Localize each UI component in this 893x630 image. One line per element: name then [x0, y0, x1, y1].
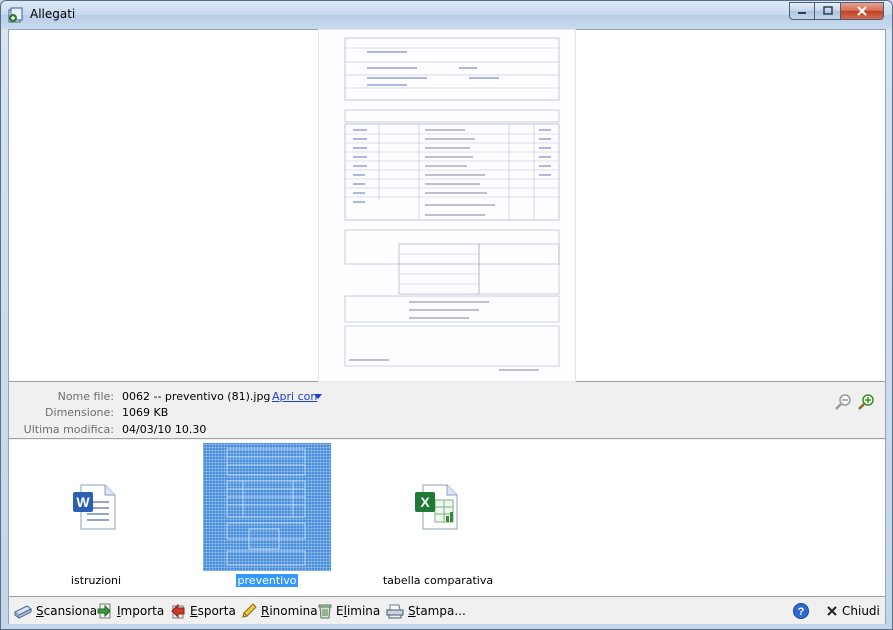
maximize-button[interactable] [815, 2, 841, 20]
title-bar[interactable]: Allegati [1, 1, 892, 29]
minimize-icon [798, 12, 806, 14]
attachment-item-preventivo[interactable]: preventivo [202, 443, 332, 593]
close-window-button[interactable] [841, 2, 884, 20]
bottom-toolbar: Scansiona Importa Esporta R inomina E l … [9, 598, 885, 624]
zoom-out-icon[interactable] [835, 393, 853, 411]
recycle-bin-icon [318, 604, 332, 619]
open-with-dropdown-icon[interactable] [314, 394, 322, 399]
minimize-button[interactable] [789, 2, 815, 20]
attachment-icon-wrap [202, 443, 332, 571]
last-modified-label: Ultima modifica: [23, 423, 114, 436]
attachments-list: W istruzioni preventivo X tabella compar… [9, 440, 885, 597]
scanned-quote-drawing [344, 37, 560, 371]
import-button[interactable]: Importa [97, 602, 164, 620]
close-x-icon [827, 606, 837, 616]
word-document-icon: W [73, 484, 116, 530]
attachment-label: istruzioni [70, 574, 122, 587]
last-modified-value: 04/03/10 10.30 [122, 423, 207, 436]
file-size-row: Dimensione: 1069 KB [9, 406, 429, 422]
file-size-value: 1069 KB [122, 406, 169, 419]
printer-icon [386, 604, 404, 619]
close-button[interactable]: Chiudi [826, 602, 880, 620]
maximize-icon [822, 6, 833, 15]
attachment-item-istruzioni[interactable]: W istruzioni [31, 443, 161, 593]
client-area: Nome file: 0062 -- preventivo (81).jpg A… [8, 29, 886, 624]
pencil-icon [242, 603, 257, 618]
file-name-label: Nome file: [57, 390, 114, 403]
file-info-panel: Nome file: 0062 -- preventivo (81).jpg A… [9, 383, 885, 439]
selected-thumbnail-overlay [226, 448, 306, 566]
help-icon[interactable]: ? [793, 603, 809, 619]
attachments-app-icon [8, 7, 23, 23]
image-preview-pane [9, 30, 885, 382]
scanner-icon [14, 605, 32, 619]
attachment-item-tabella-comparativa[interactable]: X tabella comparativa [373, 443, 503, 593]
svg-text:?: ? [798, 606, 805, 618]
preview-document-image [319, 30, 575, 381]
window-controls [789, 2, 884, 20]
attachment-label: preventivo [235, 574, 299, 587]
svg-text:W: W [76, 494, 90, 510]
zoom-in-icon[interactable] [858, 393, 876, 411]
file-name-row: Nome file: 0062 -- preventivo (81).jpg A… [9, 390, 429, 406]
open-with-link[interactable]: Apri con [272, 390, 317, 403]
rename-button[interactable]: Rinomina [241, 602, 318, 620]
attachment-icon-wrap: X [373, 443, 503, 571]
window-title: Allegati [30, 7, 76, 21]
file-size-label: Dimensione: [45, 406, 114, 419]
attachments-window: Allegati Nome file: 0062 -- preventivo (… [0, 0, 893, 630]
delete-button[interactable]: El imina [318, 602, 380, 620]
file-name-value: 0062 -- preventivo (81).jpg [122, 390, 271, 403]
export-icon [171, 603, 185, 619]
svg-text:X: X [420, 494, 430, 510]
image-thumbnail [203, 443, 331, 571]
close-icon [857, 6, 867, 16]
last-modified-row: Ultima modifica: 04/03/10 10.30 [9, 423, 429, 439]
export-button[interactable]: Esporta [170, 602, 236, 620]
import-icon [97, 603, 111, 619]
scan-button[interactable]: Scansiona [14, 602, 97, 620]
attachment-icon-wrap: W [31, 443, 161, 571]
excel-spreadsheet-icon: X [415, 484, 458, 530]
attachment-label: tabella comparativa [382, 574, 494, 587]
print-button[interactable]: Stampa... [386, 602, 466, 620]
